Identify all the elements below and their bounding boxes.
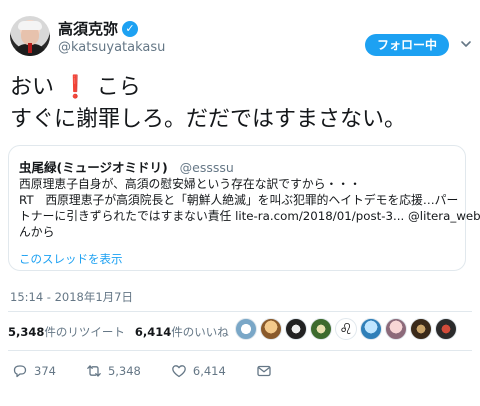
retweet-icon — [87, 365, 101, 377]
quoted-text-line: んから — [19, 225, 55, 239]
heart-icon — [172, 365, 186, 378]
retweet-count: 5,348 — [107, 364, 141, 378]
quoted-text-line: RT 西原理恵子が高須院長と「朝鮮人絶滅」を叫ぶ犯罪的ヘイトデモを応援…パー — [19, 193, 459, 207]
author-avatar[interactable] — [10, 16, 50, 56]
reply-button[interactable]: 374 — [12, 363, 56, 379]
envelope-icon — [257, 365, 271, 377]
like-button[interactable]: 6,414 — [171, 363, 226, 379]
tweet-timestamp[interactable]: 15:14 - 2018年1月7日 — [10, 289, 133, 305]
liker-avatar[interactable]: ♌ — [335, 318, 357, 340]
quoted-tweet-text: 西原理恵子自身が、高須の慰安婦という存在な訳ですから・・・ RT 西原理恵子が高… — [19, 176, 480, 240]
quoted-tweet[interactable]: 虫尾緑(ミュージオミドリ) @essssu 西原理恵子自身が、高須の慰安婦という… — [8, 145, 480, 271]
liker-avatar[interactable] — [235, 318, 257, 340]
tweet-actions: 374 5,348 6,414 — [12, 360, 302, 382]
verified-badge-icon: ✓ — [122, 20, 139, 37]
retweet-stat-label: 件のリツイート — [44, 325, 125, 339]
engagement-stats: 5,348件のリツイート 6,414件のいいね — [8, 324, 229, 340]
chevron-down-icon[interactable] — [460, 38, 472, 50]
tweet-line-1: おい ❗ こら — [10, 72, 470, 104]
liker-avatar[interactable] — [285, 318, 307, 340]
quoted-text-line: トナーに引きずられたではすまない責任 lite-ra.com/2018/01/p… — [19, 209, 480, 223]
like-stat[interactable]: 6,414件のいいね — [135, 324, 229, 340]
tweet-text: おい ❗ こら すぐに謝罪しろ。だだではすまさない。 — [10, 72, 470, 136]
red-exclamation-icon: ❗ — [54, 75, 97, 100]
tweet-card: 高須克弥 ✓ @katsuyatakasu フォロー中 おい ❗ こら すぐに謝… — [0, 0, 480, 406]
liker-avatar[interactable] — [385, 318, 407, 340]
like-stat-count: 6,414 — [134, 325, 172, 339]
reply-icon — [13, 365, 27, 378]
liker-avatars: ♌ — [235, 318, 457, 340]
retweet-button[interactable]: 5,348 — [86, 363, 141, 379]
reply-count: 374 — [34, 364, 56, 378]
retweet-stat-count: 5,348 — [8, 325, 45, 339]
quoted-author-handle[interactable]: @essssu — [180, 160, 234, 175]
liker-avatar[interactable] — [410, 318, 432, 340]
like-count: 6,414 — [192, 364, 226, 378]
quoted-tweet-header: 虫尾緑(ミュージオミドリ) @essssu — [19, 157, 234, 176]
tweet-line-2: すぐに謝罪しろ。だだではすまさない。 — [10, 107, 407, 132]
author-display-name[interactable]: 高須克弥 ✓ — [58, 18, 139, 39]
quoted-author-name[interactable]: 虫尾緑(ミュージオミドリ) — [19, 160, 168, 175]
author-handle[interactable]: @katsuyatakasu — [58, 40, 165, 55]
divider — [8, 350, 472, 351]
liker-avatar[interactable] — [310, 318, 332, 340]
following-button[interactable]: フォロー中 — [365, 34, 449, 56]
liker-avatar[interactable] — [360, 318, 382, 340]
retweet-stat[interactable]: 5,348件のリツイート — [8, 324, 125, 340]
tweet-text-part: こら — [96, 75, 141, 100]
quoted-text-line: 西原理恵子自身が、高須の慰安婦という存在な訳ですから・・・ — [19, 177, 361, 191]
author-name-text[interactable]: 高須克弥 — [58, 18, 118, 39]
tweet-text-part: おい — [10, 75, 55, 100]
like-stat-label: 件のいいね — [171, 325, 229, 339]
show-thread-link[interactable]: このスレッドを表示 — [19, 251, 123, 267]
divider — [8, 311, 472, 312]
direct-message-button[interactable] — [256, 363, 272, 379]
liker-avatar[interactable] — [435, 318, 457, 340]
liker-avatar[interactable] — [260, 318, 282, 340]
